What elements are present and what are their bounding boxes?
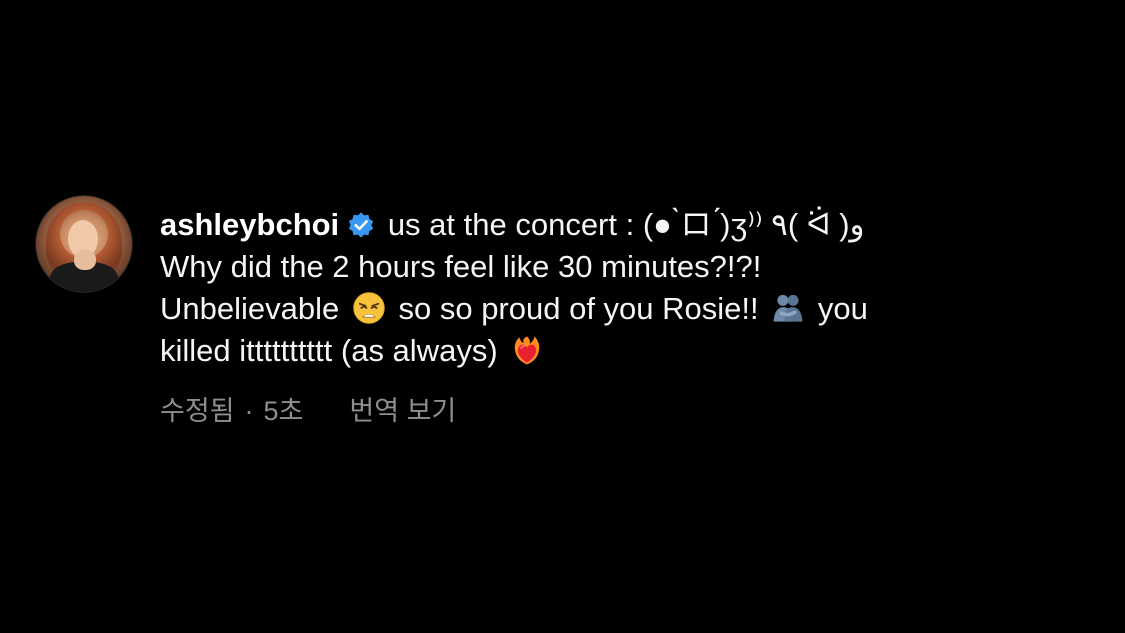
avatar-hand (74, 250, 96, 270)
verified-badge-icon (347, 208, 375, 238)
username-link[interactable]: ashleybchoi (160, 207, 339, 242)
timestamp: 5초 (263, 396, 304, 426)
people-hugging-emoji-icon (771, 291, 805, 325)
see-translation-button[interactable]: 번역 보기 (349, 394, 456, 428)
comment-line-4: killed itttttttttt (as always) (160, 333, 498, 368)
comment-line-1: us at the concert : (● ̀ロ ́)ʒ⁾⁾ ٩( ᐛ )و (387, 207, 865, 242)
comment-content: ashleybchoi us at the concert : (● ̀ロ ́)… (160, 196, 1040, 428)
comment-line-3c: you (817, 291, 868, 326)
comment-line-3b: so so proud of you Rosie!! (398, 291, 759, 326)
comment-text: ashleybchoi us at the concert : (● ̀ロ ́)… (160, 204, 1040, 372)
avatar[interactable] (36, 196, 132, 292)
weary-face-emoji-icon (352, 291, 386, 325)
comment-item: ashleybchoi us at the concert : (● ̀ロ ́)… (36, 196, 1096, 428)
meta-separator: · (244, 396, 254, 426)
heart-on-fire-emoji-icon (510, 333, 544, 367)
comment-line-3a: Unbelievable (160, 291, 340, 326)
comment-meta: 수정됨 · 5초 번역 보기 (160, 394, 1040, 428)
edited-label: 수정됨 (160, 396, 235, 426)
comment-line-2: Why did the 2 hours feel like 30 minutes… (160, 249, 762, 284)
